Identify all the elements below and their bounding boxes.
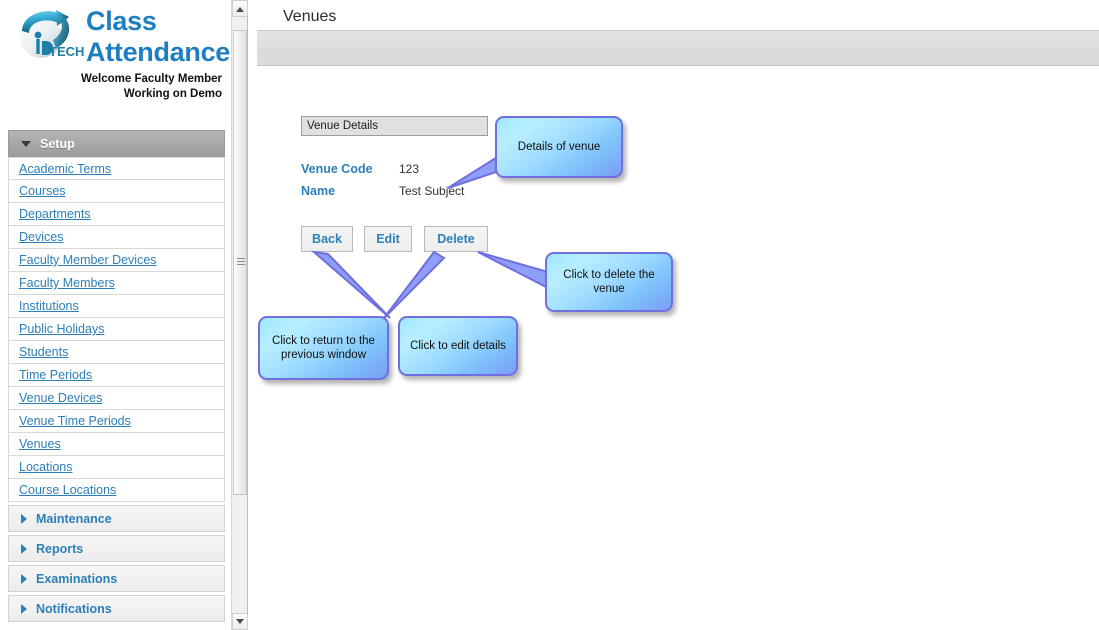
sidebar-section-setup-items: Academic Terms Courses Departments Devic… — [8, 157, 225, 502]
welcome-line-user: Welcome Faculty Member — [80, 73, 222, 85]
callout-details-of-venue: Details of venue — [495, 116, 623, 178]
sidebar-item-institutions[interactable]: Institutions — [8, 295, 225, 318]
callout-edit-button-hint: Click to edit details — [398, 316, 518, 376]
venue-details-panel-title: Venue Details — [301, 116, 488, 136]
sidebar-item-label[interactable]: Venue Devices — [19, 391, 102, 405]
sidebar-section-setup[interactable]: Setup — [8, 130, 225, 157]
sidebar-item-venue-devices[interactable]: Venue Devices — [8, 387, 225, 410]
page-title: Venues — [283, 8, 337, 25]
welcome-message: Welcome Faculty Member Working on Demo — [7, 72, 222, 102]
sidebar-item-faculty-members[interactable]: Faculty Members — [8, 272, 225, 295]
callout-tail-edit — [383, 250, 446, 319]
scrollbar-down-button[interactable] — [232, 613, 248, 630]
sidebar-item-label[interactable]: Students — [19, 345, 68, 359]
brand-title-line1: Class — [86, 6, 157, 36]
brand-title: Class Attendance — [86, 6, 230, 68]
delete-button[interactable]: Delete — [424, 226, 488, 252]
chevron-right-icon — [21, 603, 27, 614]
sidebar-item-label[interactable]: Faculty Member Devices — [19, 253, 157, 267]
sidebar-item-label[interactable]: Academic Terms — [19, 162, 111, 176]
logo-mark-text: TECH — [49, 44, 84, 59]
sidebar-item-departments[interactable]: Departments — [8, 203, 225, 226]
sidebar-item-label[interactable]: Courses — [19, 184, 66, 198]
sidebar-item-academic-terms[interactable]: Academic Terms — [8, 157, 225, 180]
chevron-right-icon — [21, 513, 27, 524]
chevron-right-icon — [21, 573, 27, 584]
sidebar-item-public-holidays[interactable]: Public Holidays — [8, 318, 225, 341]
page-header-bar — [257, 30, 1099, 66]
callout-delete-button-hint: Click to delete the venue — [545, 252, 673, 312]
venue-code-value: 123 — [399, 162, 420, 176]
sidebar-section-reports[interactable]: Reports — [8, 535, 225, 562]
sidebar-section-notifications[interactable]: Notifications — [8, 595, 225, 622]
sidebar-section-examinations-label: Examinations — [36, 572, 118, 586]
scrollbar-up-button[interactable] — [232, 0, 248, 17]
sidebar-section-examinations[interactable]: Examinations — [8, 565, 225, 592]
sidebar-item-label[interactable]: Time Periods — [19, 368, 92, 382]
sidebar-item-label[interactable]: Public Holidays — [19, 322, 104, 336]
sidebar-item-course-locations[interactable]: Course Locations — [8, 479, 225, 502]
sidebar-item-label[interactable]: Institutions — [19, 299, 79, 313]
sidebar-item-label[interactable]: Course Locations — [19, 483, 116, 497]
callout-text: Click to return to the previous window — [272, 335, 375, 361]
sidebar-section-maintenance-label: Maintenance — [36, 512, 112, 526]
sidebar: TECH Class Attendance Welcome Faculty Me… — [0, 0, 230, 630]
main-content: Venues Venue Details Venue Code 123 Name… — [250, 0, 1099, 630]
callout-text: Click to delete the venue — [563, 269, 655, 295]
sidebar-item-label[interactable]: Venue Time Periods — [19, 414, 131, 428]
sidebar-item-label[interactable]: Departments — [19, 207, 91, 221]
callout-text: Click to edit details — [410, 340, 506, 352]
sidebar-section-reports-label: Reports — [36, 542, 84, 556]
sidebar-item-devices[interactable]: Devices — [8, 226, 225, 249]
chevron-right-icon — [21, 543, 27, 554]
sidebar-item-venue-time-periods[interactable]: Venue Time Periods — [8, 410, 225, 433]
sidebar-section-setup-label: Setup — [40, 137, 75, 151]
sidebar-item-students[interactable]: Students — [8, 341, 225, 364]
venue-code-label: Venue Code — [301, 162, 373, 176]
venue-name-label: Name — [301, 184, 336, 198]
chevron-down-icon — [21, 140, 31, 147]
sidebar-scrollbar[interactable] — [231, 0, 248, 630]
sidebar-section-notifications-label: Notifications — [36, 602, 112, 616]
sidebar-item-locations[interactable]: Locations — [8, 456, 225, 479]
callout-tail-delete — [477, 251, 549, 290]
sidebar-item-label[interactable]: Devices — [19, 230, 63, 244]
sidebar-item-label[interactable]: Faculty Members — [19, 276, 115, 290]
callout-back-button-hint: Click to return to the previous window — [258, 316, 389, 380]
sidebar-item-label[interactable]: Locations — [19, 460, 73, 474]
sidebar-section-maintenance[interactable]: Maintenance — [8, 505, 225, 532]
brand-header: TECH Class Attendance Welcome Faculty Me… — [0, 0, 230, 100]
edit-button[interactable]: Edit — [364, 226, 412, 252]
callout-text: Details of venue — [517, 141, 601, 153]
brand-title-line2: Attendance — [86, 37, 230, 67]
sidebar-accordion: Setup Academic Terms Courses Departments… — [8, 130, 225, 625]
sidebar-item-courses[interactable]: Courses — [8, 180, 225, 203]
back-button[interactable]: Back — [301, 226, 353, 252]
sidebar-item-time-periods[interactable]: Time Periods — [8, 364, 225, 387]
scroll-up-arrow-icon — [236, 6, 244, 12]
application-window: TECH Class Attendance Welcome Faculty Me… — [0, 0, 1099, 630]
sidebar-item-venues[interactable]: Venues — [8, 433, 225, 456]
sidebar-item-label[interactable]: Venues — [19, 437, 61, 451]
sidebar-item-faculty-member-devices[interactable]: Faculty Member Devices — [8, 249, 225, 272]
scrollbar-thumb[interactable] — [233, 30, 247, 495]
welcome-line-context: Working on Demo — [123, 88, 222, 100]
scrollbar-grip-icon — [237, 257, 245, 268]
iptech-logo-icon: TECH — [20, 10, 84, 59]
scroll-down-arrow-icon — [236, 618, 244, 624]
